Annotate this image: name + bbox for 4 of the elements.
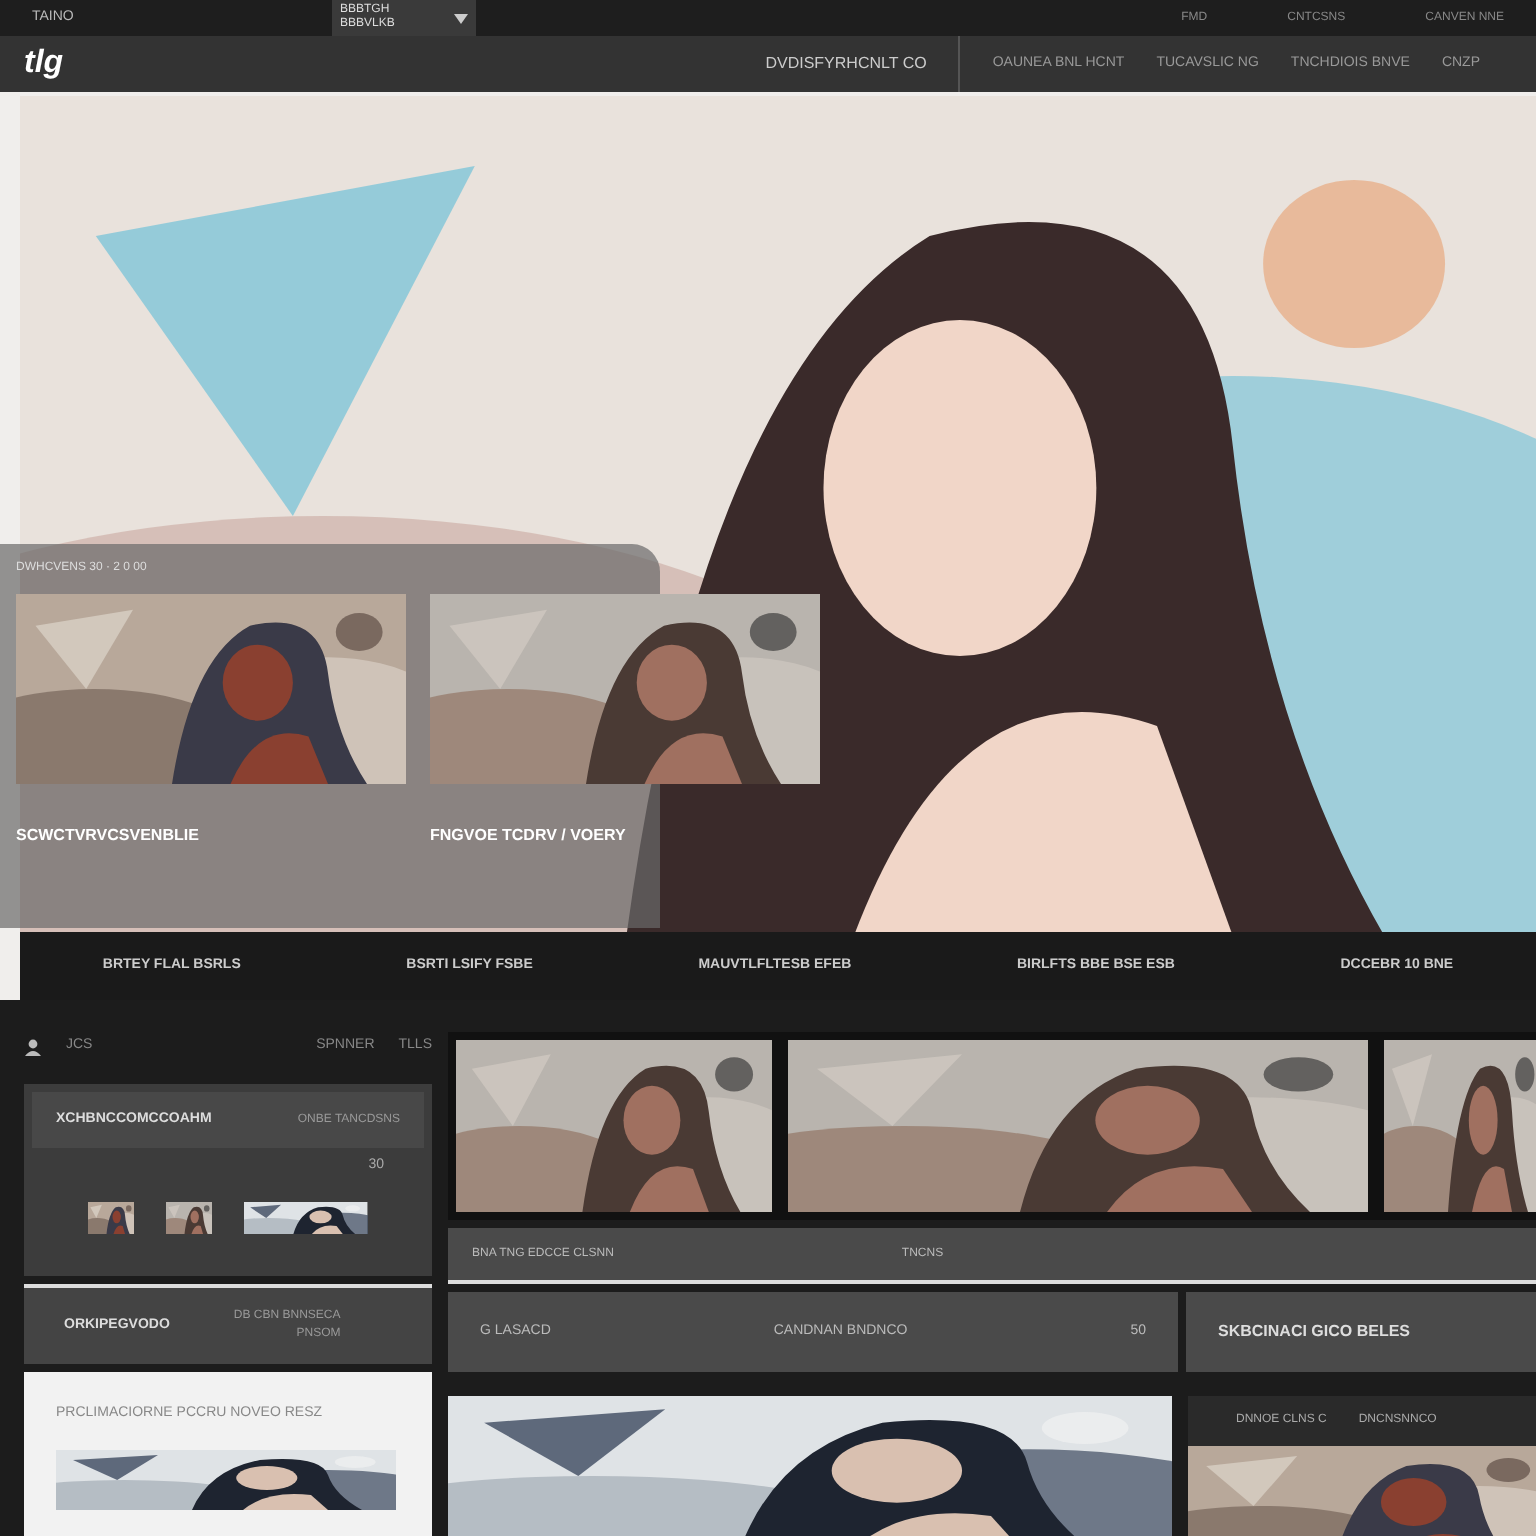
user-icon	[24, 1037, 42, 1055]
card-title: SKBCINACI GICO BELES	[1218, 1320, 1411, 1344]
caret-icon	[454, 13, 468, 23]
logo: tlg	[24, 44, 64, 84]
